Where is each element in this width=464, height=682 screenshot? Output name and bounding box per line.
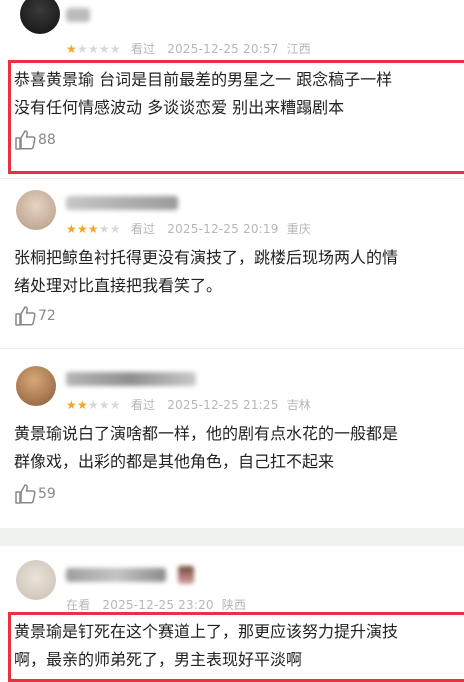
badge-icon	[178, 566, 194, 584]
divider	[0, 178, 464, 179]
comment-text: 黄景瑜说白了演啥都一样，他的剧有点水花的一般都是 群像戏，出彩的都是其他角色，自…	[14, 420, 464, 476]
avatar[interactable]	[16, 190, 56, 230]
username[interactable]	[66, 568, 166, 582]
username[interactable]	[66, 372, 196, 386]
comment-location: 陕西	[221, 598, 247, 612]
divider	[0, 348, 464, 349]
comment-location: 吉林	[286, 398, 311, 412]
star-icon: ★★★★	[76, 42, 121, 56]
star-icon: ★★	[66, 398, 88, 412]
comment-location: 江西	[286, 42, 312, 56]
star-icon: ★	[66, 42, 77, 56]
like-button[interactable]: 72	[14, 306, 56, 326]
comment-line: 绪处理对比直接把我看笑了。	[14, 276, 223, 295]
comment-line: 张桐把鲸鱼衬托得更没有演技了，跳楼后现场两人的情	[14, 248, 399, 267]
status-label: 看过	[130, 42, 156, 56]
comment-meta: ★★★★★ 看过 2025-12-25 20:19 重庆	[66, 220, 311, 237]
comment-date: 2025-12-25 21:25	[167, 398, 279, 412]
thumbs-up-icon	[15, 484, 36, 504]
like-button[interactable]: 59	[14, 484, 56, 504]
star-icon: ★★★	[66, 222, 99, 236]
status-label: 看过	[130, 398, 156, 412]
comment-line: 群像戏，出彩的都是其他角色，自己扛不起来	[14, 452, 335, 471]
avatar[interactable]	[16, 366, 56, 406]
thumbs-up-icon	[15, 306, 36, 326]
comment-date: 2025-12-25 23:20	[102, 598, 214, 612]
section-separator	[0, 528, 464, 546]
star-icon: ★★	[98, 222, 121, 236]
comment-line: 黄景瑜说白了演啥都一样，他的剧有点水花的一般都是	[14, 424, 399, 443]
comment-date: 2025-12-25 20:57	[167, 42, 279, 56]
username[interactable]	[66, 8, 90, 22]
star-icon: ★★★	[87, 398, 121, 412]
highlight-box	[8, 612, 464, 682]
like-count: 59	[38, 486, 56, 502]
comment-meta: ★★★★★ 看过 2025-12-25 21:25 吉林	[66, 396, 311, 413]
comment-meta: ★★★★★ 看过 2025-12-25 20:57 江西	[66, 40, 311, 57]
highlight-box	[8, 60, 464, 174]
comment-meta: 在看 2025-12-25 23:20 陕西	[66, 596, 246, 613]
comment-text: 张桐把鲸鱼衬托得更没有演技了，跳楼后现场两人的情 绪处理对比直接把我看笑了。	[14, 244, 464, 300]
comment-date: 2025-12-25 20:19	[167, 222, 279, 236]
avatar[interactable]	[20, 0, 60, 34]
like-count: 72	[38, 308, 56, 324]
username[interactable]	[66, 196, 178, 210]
status-label: 在看	[66, 598, 91, 612]
comment-location: 重庆	[286, 222, 311, 236]
status-label: 看过	[130, 222, 156, 236]
avatar[interactable]	[16, 560, 56, 600]
